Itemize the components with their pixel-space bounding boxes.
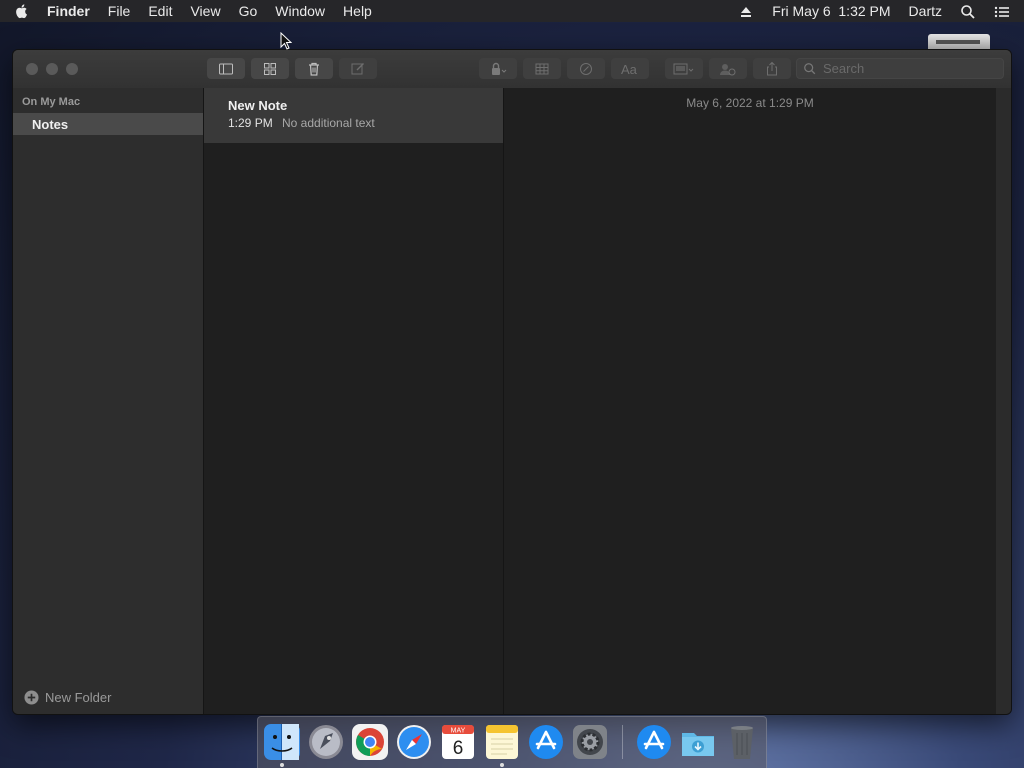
dock-trash-icon[interactable] — [723, 723, 761, 761]
dock-app-store-icon[interactable] — [527, 723, 565, 761]
sidebar-item-notes[interactable]: Notes — [13, 113, 203, 135]
menu-clock[interactable]: Fri May 6 1:32 PM — [763, 0, 899, 22]
note-list: New Note 1:29 PM No additional text — [204, 88, 504, 714]
zoom-window-button[interactable] — [66, 63, 78, 75]
list-item[interactable]: New Note 1:29 PM No additional text — [204, 88, 503, 143]
calendar-day: 6 — [453, 738, 464, 759]
dock-calendar-icon[interactable]: MAY 6 — [439, 723, 477, 761]
grid-icon — [264, 62, 276, 75]
text-format-button[interactable]: Aa — [611, 58, 649, 79]
table-icon — [535, 63, 549, 74]
note-editor[interactable]: May 6, 2022 at 1:29 PM — [504, 88, 996, 714]
menu-bar: Finder File Edit View Go Window Help Fri… — [0, 0, 1024, 22]
compose-icon — [351, 62, 364, 74]
dock-separator — [622, 725, 623, 759]
lock-icon — [492, 62, 507, 75]
checkmark-circle-icon — [580, 62, 592, 75]
svg-text:Aa: Aa — [621, 62, 638, 77]
apple-menu-icon[interactable] — [14, 3, 30, 19]
lock-note-button[interactable] — [479, 58, 517, 79]
editor-scrollbar[interactable] — [996, 88, 1011, 714]
dock-system-preferences-icon[interactable] — [571, 723, 609, 761]
note-time: 1:29 PM — [228, 116, 273, 130]
add-attachment-button[interactable] — [665, 58, 703, 79]
eject-icon[interactable] — [729, 0, 763, 22]
menu-user[interactable]: Dartz — [900, 0, 951, 22]
new-folder-button[interactable]: New Folder — [24, 690, 111, 705]
plus-circle-icon — [24, 690, 39, 705]
text-format-icon: Aa — [621, 62, 638, 77]
compose-note-button[interactable] — [339, 58, 377, 79]
dock-finder-icon[interactable] — [263, 723, 301, 761]
minimize-window-button[interactable] — [46, 63, 58, 75]
dock-downloads-folder-icon[interactable] — [679, 723, 717, 761]
sidebar-item-label: Notes — [32, 117, 69, 132]
menu-view[interactable]: View — [181, 0, 229, 22]
folders-sidebar: On My Mac Notes New Folder — [13, 88, 204, 714]
insert-table-button[interactable] — [523, 58, 561, 79]
note-date: May 6, 2022 at 1:29 PM — [686, 96, 814, 110]
search-icon — [804, 62, 816, 74]
menu-help[interactable]: Help — [334, 0, 381, 22]
note-preview: No additional text — [282, 116, 375, 130]
share-button[interactable] — [753, 58, 791, 79]
sidebar-icon — [219, 63, 233, 74]
new-folder-label: New Folder — [45, 690, 112, 705]
dock: MAY 6 — [257, 716, 767, 768]
calendar-month: MAY — [451, 728, 466, 735]
dock-app-store-2-icon[interactable] — [635, 723, 673, 761]
trash-icon — [309, 62, 319, 76]
notification-center-icon[interactable] — [985, 0, 1024, 22]
close-window-button[interactable] — [26, 63, 38, 75]
menu-go[interactable]: Go — [230, 0, 267, 22]
sidebar-section-header: On My Mac — [22, 96, 81, 108]
note-title: New Note — [228, 98, 288, 113]
desktop-disk-icon[interactable] — [928, 34, 990, 50]
dock-safari-icon[interactable] — [395, 723, 433, 761]
menu-window[interactable]: Window — [266, 0, 334, 22]
running-indicator — [500, 763, 504, 767]
add-people-icon — [720, 63, 736, 75]
search-input[interactable] — [821, 60, 985, 77]
dock-chrome-icon[interactable] — [351, 723, 389, 761]
window-toolbar: Aa — [13, 50, 1011, 89]
menu-app-name[interactable]: Finder — [38, 0, 99, 22]
checklist-button[interactable] — [567, 58, 605, 79]
toggle-sidebar-button[interactable] — [207, 58, 245, 79]
notes-window: Aa On My Mac Notes New Folder New Note — [12, 49, 1012, 715]
dock-launchpad-icon[interactable] — [307, 723, 345, 761]
mouse-cursor-icon — [280, 32, 292, 50]
menu-edit[interactable]: Edit — [139, 0, 181, 22]
share-icon — [767, 61, 777, 75]
search-field[interactable] — [796, 58, 1004, 79]
menu-file[interactable]: File — [99, 0, 140, 22]
add-people-button[interactable] — [709, 58, 747, 79]
dock-notes-icon[interactable] — [483, 723, 521, 761]
gallery-view-button[interactable] — [251, 58, 289, 79]
delete-note-button[interactable] — [295, 58, 333, 79]
photo-icon — [673, 63, 694, 74]
spotlight-search-icon[interactable] — [951, 0, 985, 22]
running-indicator — [280, 763, 284, 767]
